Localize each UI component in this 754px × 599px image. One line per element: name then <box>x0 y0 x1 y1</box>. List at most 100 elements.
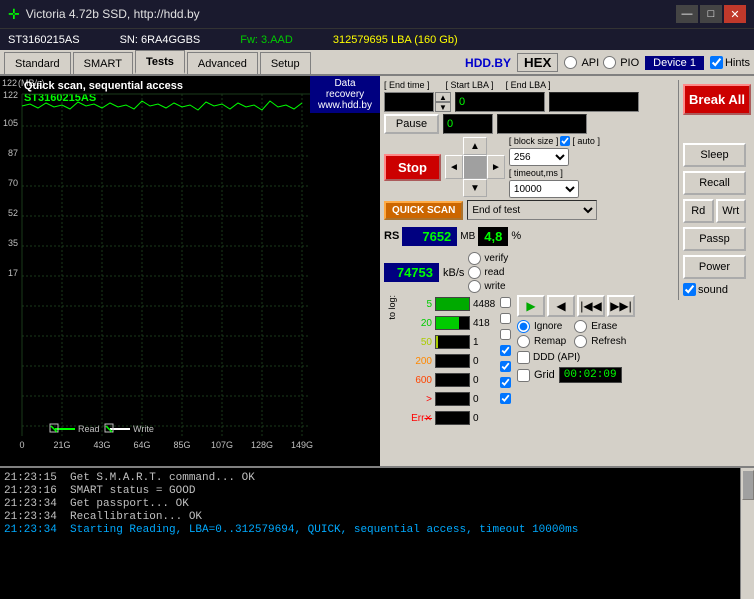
svg-text:85G: 85G <box>173 440 190 450</box>
tab-tests[interactable]: Tests <box>135 50 185 74</box>
histo-label-5: 5 <box>402 299 432 310</box>
hints-label: Hints <box>725 57 750 69</box>
side-panel: Break All Sleep Recall Rd Wrt Passp Powe… <box>678 80 750 300</box>
wrt-button[interactable]: Wrt <box>716 199 747 223</box>
rd-button[interactable]: Rd <box>683 199 714 223</box>
histo-check-5[interactable] <box>500 297 511 308</box>
rs-label: RS <box>384 230 399 242</box>
refresh-radio[interactable] <box>574 335 587 348</box>
svg-text:52: 52 <box>8 208 18 218</box>
timeout-select[interactable]: 10000 <box>509 180 579 198</box>
device-label: Device 1 <box>645 56 704 70</box>
histo-check-50[interactable] <box>500 329 511 340</box>
histogram: 5 4488 20 418 <box>402 295 498 427</box>
block-size-select[interactable]: 256 <box>509 148 569 166</box>
read-radio[interactable] <box>468 266 481 279</box>
control-panel: [ End time ] [ Start LBA ] [ End LBA ] 5… <box>380 76 754 466</box>
stats-panel: RS 7652 MB 4,8 % <box>384 222 674 250</box>
auto-label: [ auto ] <box>572 136 600 146</box>
pause-button[interactable]: Pause <box>384 114 439 134</box>
break-all-button[interactable]: Break All <box>683 84 751 115</box>
hdd-by-link[interactable]: HDD.BY <box>465 56 511 70</box>
auto-checkbox[interactable] <box>560 136 570 146</box>
erase-radio[interactable] <box>574 320 587 333</box>
svg-text:64G: 64G <box>133 440 150 450</box>
nav-down[interactable]: ▼ <box>463 179 487 197</box>
maximize-button[interactable]: □ <box>700 5 722 23</box>
percent-unit: % <box>511 230 521 242</box>
time-spin-down[interactable]: ▼ <box>435 102 451 112</box>
remap-label: Remap <box>534 336 566 347</box>
log-line-1: 21:23:15 Get S.M.A.R.T. command... OK <box>4 472 750 484</box>
title-bar: ✛ Victoria 4.72b SSD, http://hdd.by — □ … <box>0 0 754 28</box>
nav-up[interactable]: ▲ <box>463 137 487 155</box>
histo-check-600[interactable] <box>500 361 511 372</box>
data-recovery-line1: Data recovery <box>314 78 376 100</box>
histo-bar-600 <box>435 373 470 387</box>
tab-standard[interactable]: Standard <box>4 52 71 74</box>
histo-count-err: 0 <box>473 413 498 424</box>
tab-smart[interactable]: SMART <box>73 52 133 74</box>
tab-advanced[interactable]: Advanced <box>187 52 258 74</box>
quick-scan-button[interactable]: QUICK SCAN <box>384 201 463 220</box>
verify-radio[interactable] <box>468 252 481 265</box>
svg-text:35: 35 <box>8 238 18 248</box>
grid-checkbox[interactable] <box>517 369 530 382</box>
close-button[interactable]: ✕ <box>724 5 746 23</box>
nav-left[interactable]: ◄ <box>445 155 463 179</box>
sleep-button[interactable]: Sleep <box>683 143 746 167</box>
skip-fwd-button[interactable]: ▶▶| <box>607 295 635 317</box>
main-area: 122 (MB/s) Quick scan, sequential access… <box>0 76 754 466</box>
log-scroll-thumb[interactable] <box>742 470 754 500</box>
remap-radio[interactable] <box>517 335 530 348</box>
mb-display: 7652 <box>402 227 457 246</box>
histo-check-20[interactable] <box>500 313 511 324</box>
app-icon: ✛ <box>8 6 20 23</box>
ddd-checkbox[interactable] <box>517 351 530 364</box>
histo-check-err[interactable] <box>500 393 511 404</box>
api-radio[interactable] <box>564 56 577 69</box>
passp-button[interactable]: Passp <box>683 227 746 251</box>
histo-count-5: 4488 <box>473 299 498 310</box>
histo-count-50: 1 <box>473 337 498 348</box>
verify-read-write: verify read write <box>468 252 508 293</box>
drive-info-bar: ST3160215AS SN: 6RA4GGBS Fw: 3.AAD 31257… <box>0 28 754 50</box>
pio-radio[interactable] <box>603 56 616 69</box>
ddd-label: DDD (API) <box>533 352 580 363</box>
svg-text:70: 70 <box>8 178 18 188</box>
play-button[interactable]: ▶ <box>517 295 545 317</box>
skip-back-button[interactable]: |◀◀ <box>577 295 605 317</box>
start-lba-input[interactable] <box>455 92 545 112</box>
to-log-label: to log: <box>387 295 397 320</box>
tab-setup[interactable]: Setup <box>260 52 311 74</box>
data-recovery-panel: Data recovery www.hdd.by <box>310 76 380 113</box>
histo-check-200[interactable] <box>500 345 511 356</box>
end-lba-input[interactable]: 312579694 <box>549 92 639 112</box>
field2-left[interactable] <box>443 114 493 134</box>
write-radio[interactable] <box>468 280 481 293</box>
end-time-input[interactable]: 5:01 <box>384 92 434 112</box>
field2-right[interactable]: 14945718 <box>497 114 587 134</box>
end-of-test-select[interactable]: End of test <box>467 200 597 220</box>
sound-label: sound <box>698 284 728 296</box>
histo-check-gt[interactable] <box>500 377 511 388</box>
time-spin-up[interactable]: ▲ <box>435 92 451 102</box>
histo-count-600: 0 <box>473 375 498 386</box>
back-button[interactable]: ◀ <box>547 295 575 317</box>
sound-row: sound <box>683 283 746 296</box>
log-line-2: 21:23:16 SMART status = GOOD <box>4 485 750 497</box>
histo-bar-20 <box>435 316 470 330</box>
log-scrollbar[interactable] <box>740 468 754 599</box>
recall-button[interactable]: Recall <box>683 171 746 195</box>
grid-row: Grid 00:02:09 <box>517 367 635 383</box>
svg-text:43G: 43G <box>93 440 110 450</box>
nav-right[interactable]: ► <box>487 155 505 179</box>
hex-button[interactable]: HEX <box>517 53 558 72</box>
hints-checkbox[interactable] <box>710 56 723 69</box>
kbs-display: 74753 <box>384 263 439 282</box>
sound-checkbox[interactable] <box>683 283 696 296</box>
ignore-radio[interactable] <box>517 320 530 333</box>
stop-button[interactable]: Stop <box>384 154 441 181</box>
minimize-button[interactable]: — <box>676 5 698 23</box>
power-button[interactable]: Power <box>683 255 746 279</box>
